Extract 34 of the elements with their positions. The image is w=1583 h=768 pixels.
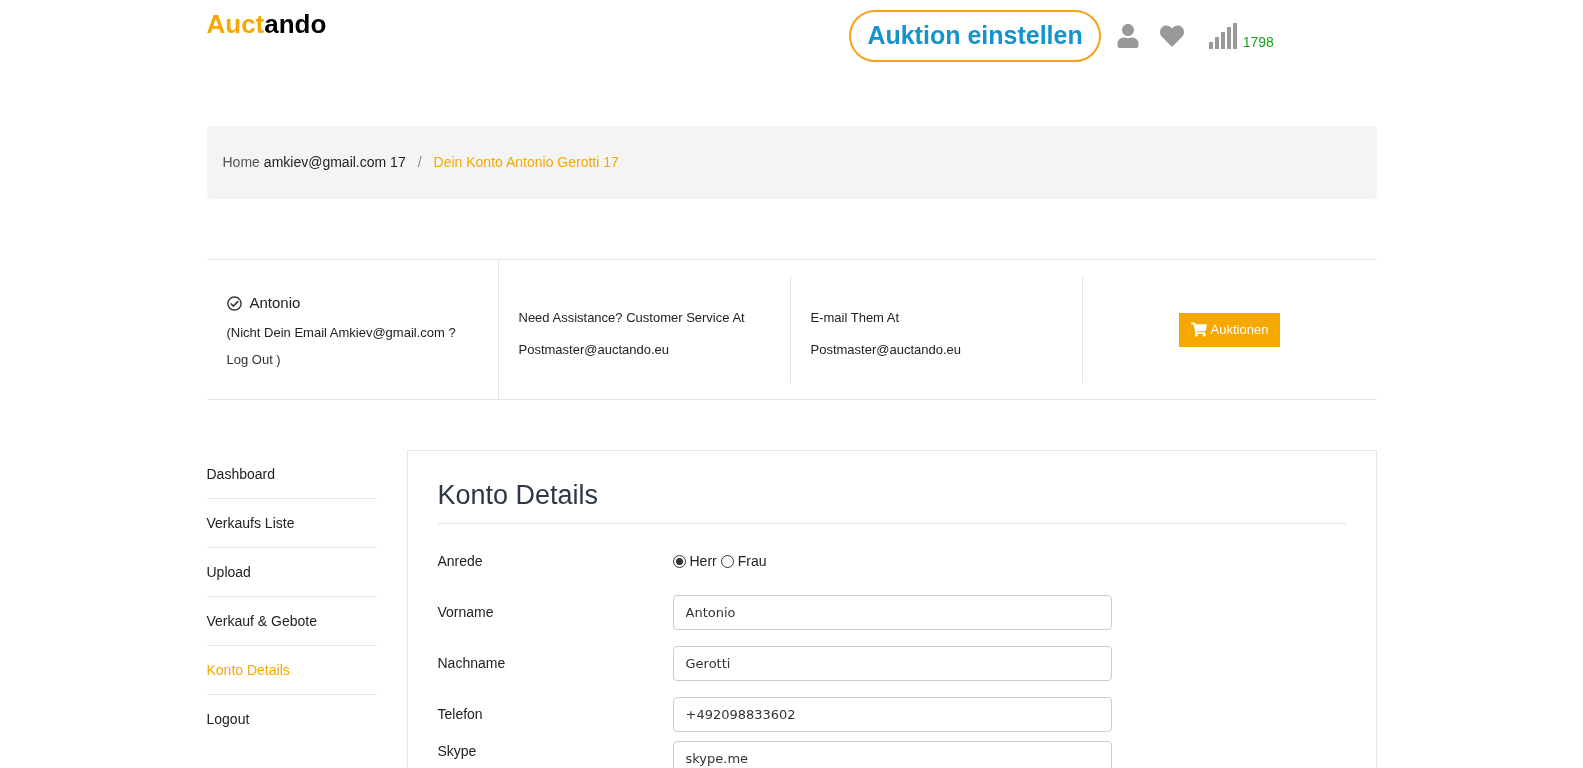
account-note: (Nicht Dein Email Amkiev@gmail.com ? (226, 323, 457, 342)
radio-label: Frau (737, 552, 767, 571)
logout-link[interactable]: Log Out ) (226, 350, 498, 370)
breadcrumb-item: Dein Konto Antonio Gerotti 17 (433, 153, 619, 172)
input-field[interactable]: Antonio (672, 595, 1112, 630)
info-text: Need Assistance? Customer Service At (518, 309, 746, 327)
breadcrumb-item[interactable]: Home (222, 152, 260, 173)
form-title: Konto Details (437, 479, 1346, 524)
input-field[interactable]: Gerotti (672, 646, 1112, 681)
user-icon[interactable] (1116, 24, 1139, 48)
sidebar-item[interactable]: Logout (206, 695, 377, 744)
counter: 1798 (1242, 35, 1274, 49)
info-text: E-mail Them At (810, 309, 901, 327)
sidebar-item[interactable]: Verkauf & Gebote (206, 597, 377, 646)
signal-bars-icon (1208, 23, 1239, 49)
cart-icon (1190, 322, 1207, 337)
sidebar-item[interactable]: Verkaufs Liste (206, 499, 377, 548)
email-link[interactable]: Postmaster@auctando.eu (810, 339, 1082, 359)
sidebar-item[interactable]: Upload (206, 548, 377, 597)
breadcrumb-separator: / (417, 153, 422, 172)
input-field[interactable]: skype.me (672, 741, 1112, 768)
breadcrumb-item: amkiev@gmail.com 17 (263, 153, 406, 172)
account-name: Antonio (249, 293, 301, 313)
logo[interactable]: Auctando (206, 4, 327, 44)
input-field[interactable]: +492098833602 (672, 697, 1112, 732)
heart-icon[interactable] (1158, 24, 1185, 48)
email-link[interactable]: Postmaster@auctando.eu (518, 339, 790, 359)
field-label: Anrede (437, 552, 484, 571)
field-label: Nachname (437, 654, 507, 673)
field-label: Skype (437, 742, 478, 761)
radio-label: Herr (689, 552, 717, 571)
field-label: Vorname (437, 603, 495, 622)
field-label: Telefon (437, 705, 484, 724)
sidebar-item[interactable]: Dashboard (206, 450, 377, 499)
